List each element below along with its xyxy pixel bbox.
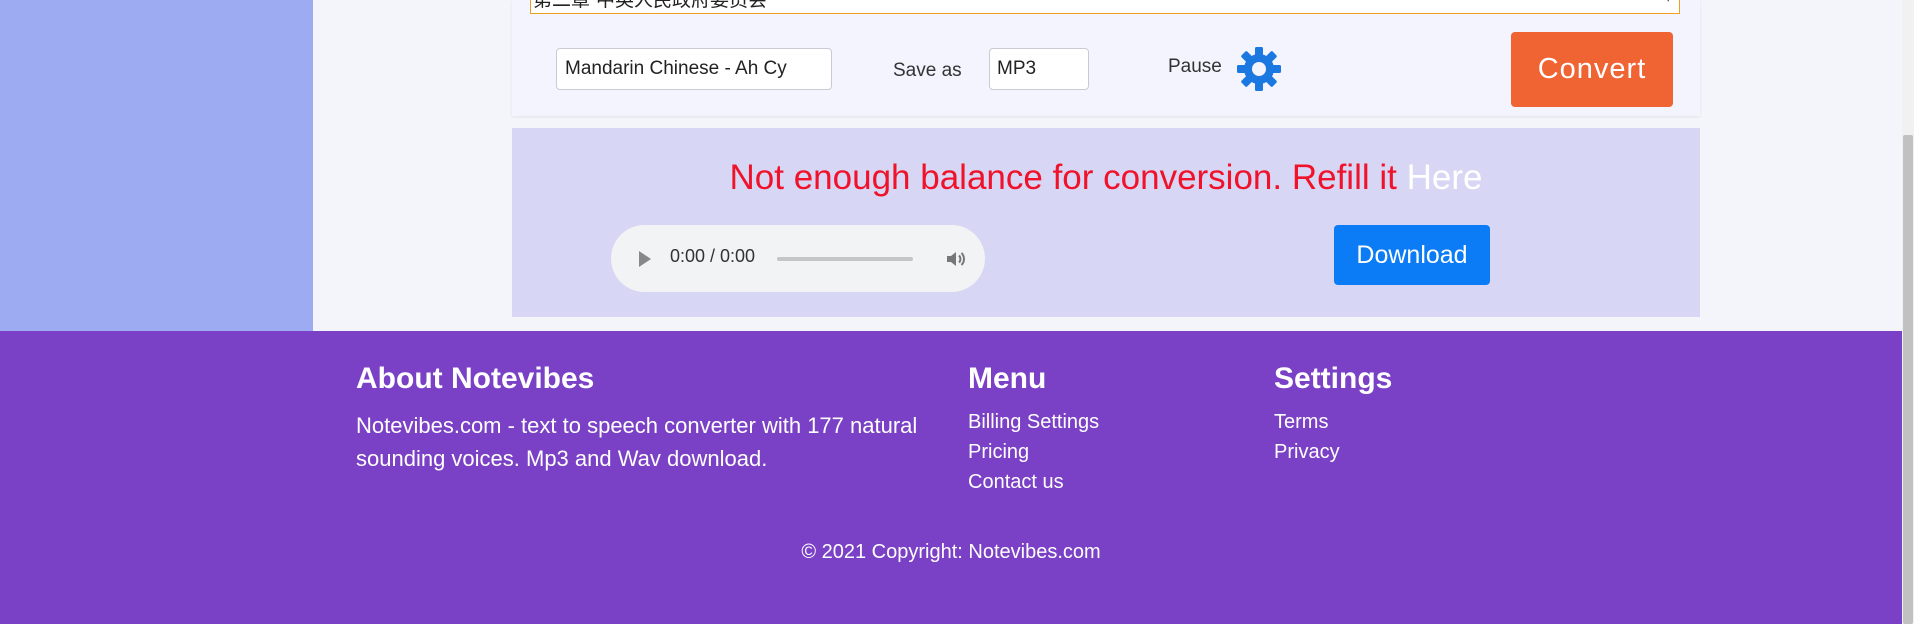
download-button[interactable]: Download	[1334, 225, 1490, 285]
balance-message: Not enough balance for conversion. Refil…	[512, 158, 1700, 198]
about-heading: About Notevibes	[356, 362, 595, 395]
menu-heading: Menu	[968, 362, 1047, 395]
about-text: Notevibes.com - text to speech converter…	[356, 413, 918, 471]
footer-link-contact-us[interactable]: Contact us	[968, 471, 1064, 494]
audio-progress-bar[interactable]	[777, 257, 913, 261]
result-panel: Not enough balance for conversion. Refil…	[512, 128, 1700, 317]
footer-link-pricing[interactable]: Pricing	[968, 441, 1029, 464]
footer-link-terms[interactable]: Terms	[1274, 411, 1328, 434]
voice-select-field[interactable]: Mandarin Chinese - Ah Cy	[556, 48, 832, 90]
converter-controls: 第二章 中英人民政府委员会 ▾ Mandarin Chinese - Ah Cy…	[512, 0, 1700, 116]
settings-heading: Settings	[1274, 362, 1393, 395]
scrollbar[interactable]	[1902, 0, 1914, 624]
chevron-down-icon: ▾	[1665, 0, 1671, 5]
volume-icon[interactable]	[944, 247, 968, 271]
scrollbar-thumb[interactable]	[1903, 135, 1913, 624]
save-as-label: Save as	[893, 60, 962, 81]
balance-message-text: Not enough balance for conversion. Refil…	[729, 158, 1407, 197]
footer: About Notevibes Notevibes.com - text to …	[0, 331, 1902, 624]
audio-player[interactable]: 0:00 / 0:00	[611, 225, 985, 292]
copyright: © 2021 Copyright: Notevibes.com	[801, 541, 1101, 563]
footer-link-privacy[interactable]: Privacy	[1274, 441, 1340, 464]
pause-label: Pause	[1168, 56, 1222, 77]
format-field[interactable]: MP3	[989, 48, 1089, 90]
play-icon[interactable]	[639, 251, 651, 267]
left-sidebar	[0, 0, 313, 331]
main-content-area: 第二章 中英人民政府委员会 ▾ Mandarin Chinese - Ah Cy…	[0, 0, 1902, 331]
text-input-select[interactable]: 第二章 中英人民政府委员会 ▾	[530, 0, 1680, 14]
gear-icon[interactable]	[1235, 45, 1283, 93]
refill-link[interactable]: Here	[1407, 158, 1483, 197]
footer-link-billing-settings[interactable]: Billing Settings	[968, 411, 1099, 434]
text-preview: 第二章 中英人民政府委员会	[533, 0, 768, 11]
audio-time: 0:00 / 0:00	[670, 246, 756, 266]
convert-button[interactable]: Convert	[1511, 32, 1673, 107]
